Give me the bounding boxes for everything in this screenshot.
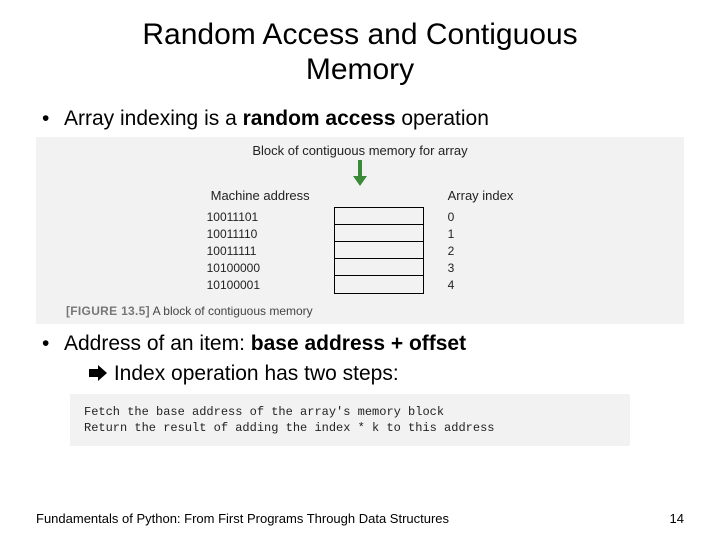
- addr-list: 10011101 10011110 10011111 10100000 1010…: [207, 209, 310, 294]
- figure-caption: [FIGURE 13.5] A block of contiguous memo…: [36, 294, 684, 322]
- figure-arrow-row: [36, 160, 684, 186]
- idx-0: 0: [448, 209, 514, 226]
- memory-block-column: [334, 188, 424, 294]
- bullet-2-bold: base address + offset: [251, 332, 466, 355]
- memory-cell: [335, 242, 423, 259]
- memory-cell: [335, 225, 423, 242]
- down-arrow-icon: [353, 160, 367, 186]
- sub-bullet: Index operation has two steps:: [36, 362, 684, 386]
- memory-cell: [335, 276, 423, 293]
- bullet-list: Array indexing is a random access operat…: [36, 107, 684, 131]
- idx-4: 4: [448, 277, 514, 294]
- sub-bullet-text: Index operation has two steps:: [108, 362, 399, 385]
- bullet-1: Array indexing is a random access operat…: [36, 107, 684, 131]
- idx-header: Array index: [448, 188, 514, 203]
- idx-list: 0 1 2 3 4: [448, 209, 514, 294]
- title-line-1: Random Access and Contiguous: [142, 18, 577, 51]
- slide-title: Random Access and Contiguous Memory: [36, 18, 684, 87]
- memory-cell: [335, 259, 423, 276]
- title-line-2: Memory: [306, 53, 414, 86]
- figure-body: Machine address 10011101 10011110 100111…: [36, 188, 684, 294]
- code-block: Fetch the base address of the array's me…: [70, 394, 630, 446]
- slide: Random Access and Contiguous Memory Arra…: [0, 0, 720, 540]
- footer-source: Fundamentals of Python: From First Progr…: [36, 511, 449, 526]
- addr-4: 10100001: [207, 277, 310, 294]
- array-index-column: Array index 0 1 2 3 4: [448, 188, 514, 294]
- machine-address-column: Machine address 10011101 10011110 100111…: [207, 188, 310, 294]
- memory-cell: [335, 208, 423, 225]
- figure-13-5: Block of contiguous memory for array Mac…: [36, 137, 684, 324]
- idx-2: 2: [448, 243, 514, 260]
- addr-1: 10011110: [207, 226, 310, 243]
- idx-3: 3: [448, 260, 514, 277]
- footer-page-number: 14: [670, 511, 684, 526]
- bullet-2: Address of an item: base address + offse…: [36, 332, 684, 356]
- addr-3: 10100000: [207, 260, 310, 277]
- addr-0: 10011101: [207, 209, 310, 226]
- idx-1: 1: [448, 226, 514, 243]
- addr-header: Machine address: [207, 188, 310, 203]
- addr-2: 10011111: [207, 243, 310, 260]
- right-arrow-icon: [88, 364, 108, 382]
- bullet-1-post: operation: [396, 107, 489, 130]
- bullet-1-pre: Array indexing is a: [64, 107, 243, 130]
- code-line-2: Return the result of adding the index * …: [84, 420, 616, 436]
- figure-caption-text: A block of contiguous memory: [150, 304, 313, 318]
- bullet-list-2: Address of an item: base address + offse…: [36, 332, 684, 356]
- bullet-1-bold: random access: [243, 107, 396, 130]
- slide-footer: Fundamentals of Python: From First Progr…: [36, 511, 684, 526]
- figure-caption-tag: [FIGURE 13.5]: [66, 304, 150, 318]
- memory-cells: [334, 207, 424, 294]
- code-line-1: Fetch the base address of the array's me…: [84, 404, 616, 420]
- figure-top-label: Block of contiguous memory for array: [36, 143, 684, 158]
- bullet-2-pre: Address of an item:: [64, 332, 251, 355]
